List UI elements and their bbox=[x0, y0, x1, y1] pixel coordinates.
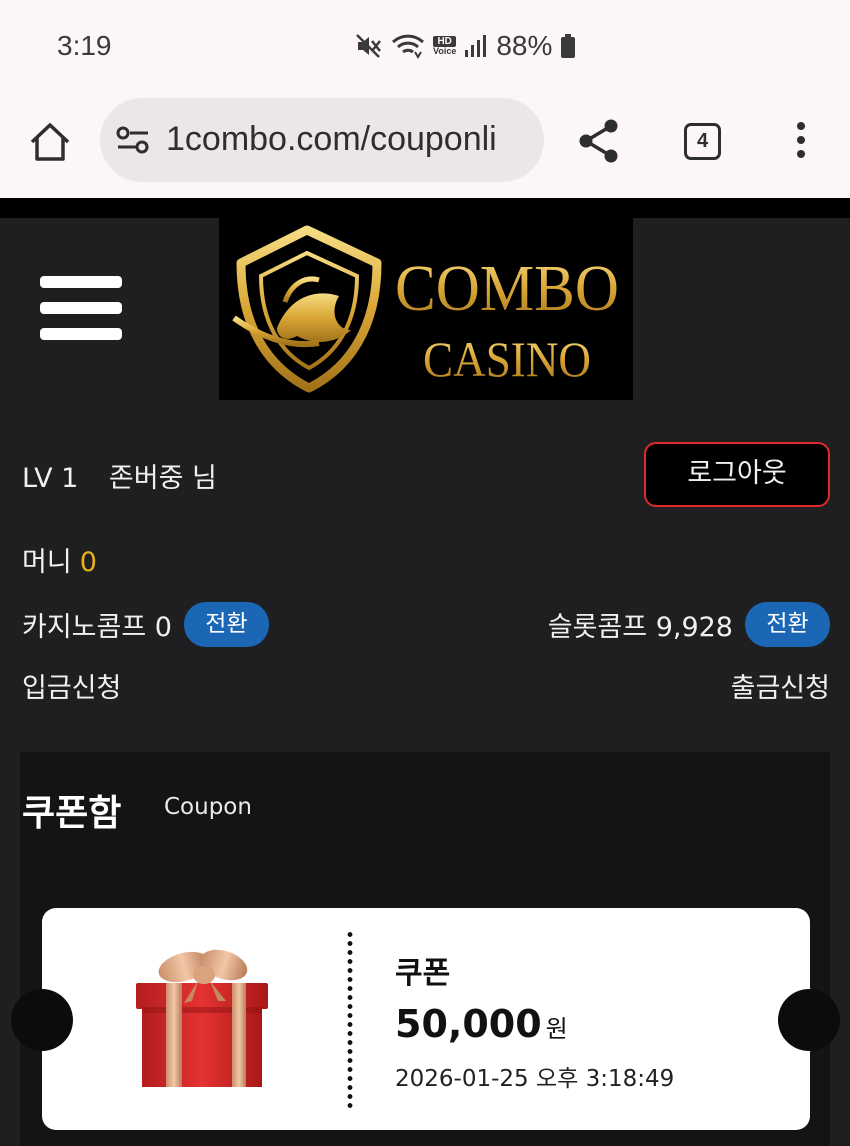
more-menu-icon[interactable] bbox=[793, 122, 809, 162]
logout-button[interactable]: 로그아웃 bbox=[644, 442, 830, 507]
coupon-amount: 50,000 bbox=[395, 1002, 542, 1046]
mute-icon bbox=[356, 34, 381, 58]
casino-comp-convert-button[interactable]: 전환 bbox=[183, 602, 269, 647]
user-level: LV 1 bbox=[22, 463, 79, 494]
coupon-section-subtitle: Coupon bbox=[164, 794, 252, 820]
hamburger-menu-icon[interactable] bbox=[40, 276, 122, 344]
browser-toolbar: 1combo.com/couponli 4 bbox=[0, 92, 850, 198]
coupon-name: 쿠폰 bbox=[395, 956, 451, 991]
slot-comp-label: 슬롯콤프 9,928 bbox=[547, 612, 733, 643]
money-row: 머니 0 bbox=[22, 540, 97, 579]
ticket-notch-left bbox=[11, 989, 73, 1051]
coupon-section-title: 쿠폰함 bbox=[22, 793, 122, 834]
battery-icon bbox=[561, 34, 576, 58]
battery-percent: 88% bbox=[496, 30, 553, 61]
address-bar[interactable]: 1combo.com/couponli bbox=[100, 98, 544, 182]
casino-comp-label: 카지노콤프 0 bbox=[22, 612, 172, 643]
tab-switcher-button[interactable]: 4 bbox=[684, 123, 721, 160]
gift-box-icon bbox=[136, 949, 268, 1087]
user-info: LV 1 존버중 님 bbox=[22, 456, 217, 495]
coupon-amount-row: 50,000 원 bbox=[395, 1002, 568, 1046]
site-header-strip bbox=[0, 200, 850, 218]
logo-text-casino: CASINO bbox=[423, 331, 591, 387]
status-time: 3:19 bbox=[57, 30, 112, 61]
slot-comp-convert-button[interactable]: 전환 bbox=[745, 602, 830, 647]
money-label: 머니 bbox=[22, 547, 72, 578]
slot-comp-row: 슬롯콤프 9,928 전환 bbox=[548, 602, 830, 647]
money-value: 0 bbox=[79, 547, 97, 578]
url-text[interactable]: 1combo.com/couponli bbox=[166, 120, 497, 159]
logo-text-combo: COMBO bbox=[395, 252, 619, 325]
combo-casino-logo[interactable]: COMBO CASINO bbox=[219, 218, 633, 400]
hd-voice-icon: HD Voice bbox=[433, 36, 457, 56]
withdraw-request-link[interactable]: 출금신청 bbox=[731, 666, 830, 705]
coupon-date: 2026-01-25 오후 3:18:49 bbox=[395, 1066, 675, 1092]
ticket-perforation bbox=[347, 930, 353, 1110]
signal-icon bbox=[465, 35, 487, 57]
share-icon[interactable] bbox=[578, 118, 620, 164]
home-icon[interactable] bbox=[28, 120, 72, 164]
casino-comp-row: 카지노콤프 0 전환 bbox=[22, 602, 269, 647]
ticket-notch-right bbox=[778, 989, 840, 1051]
user-name: 존버중 님 bbox=[108, 463, 217, 494]
site-settings-icon[interactable] bbox=[116, 126, 150, 154]
status-bar: 3:19 HD Voice 88% bbox=[0, 0, 850, 92]
coupon-currency-unit: 원 bbox=[545, 1015, 568, 1043]
wifi-icon bbox=[391, 34, 425, 59]
deposit-request-link[interactable]: 입금신청 bbox=[22, 666, 121, 705]
status-icons: HD Voice 88% bbox=[355, 30, 576, 62]
